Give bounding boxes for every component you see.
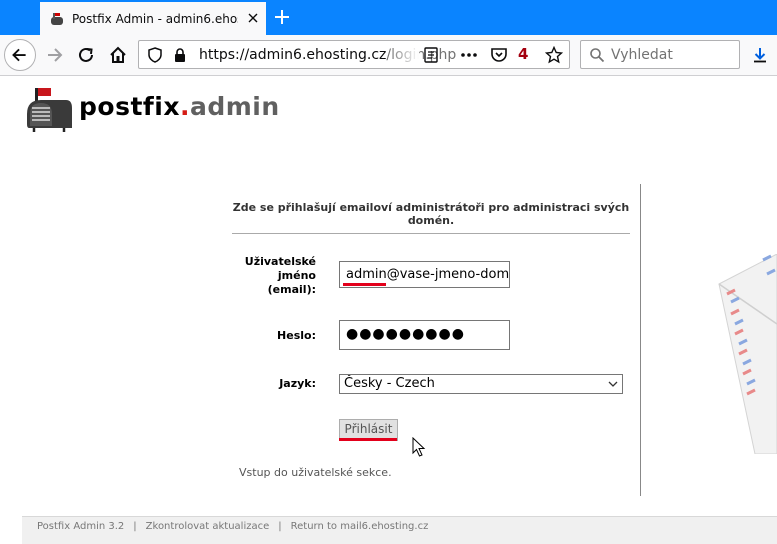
annotation-underline-button (339, 438, 397, 441)
page-content: postfix.admin Zde se přihlašují emailoví… (0, 76, 777, 544)
footer-version[interactable]: Postfix Admin 3.2 (37, 521, 124, 532)
forward-arrow-icon[interactable] (38, 39, 70, 71)
home-icon[interactable] (102, 39, 134, 71)
footer-return-link[interactable]: Return to mail6.ehosting.cz (291, 521, 429, 532)
navigation-toolbar: https://admin6.ehosting.cz/login.php 4 V… (0, 35, 777, 76)
url-host: https://admin6.ehosting.cz (199, 47, 387, 63)
footer-text: Postfix Admin 3.2 | Zkontrolovat aktualiza… (37, 521, 428, 532)
mouse-pointer-icon (412, 437, 426, 457)
logo-word-postfix: postfix (79, 92, 180, 121)
logo-dot: . (179, 92, 190, 121)
pocket-icon[interactable] (490, 46, 508, 64)
footer-separator: | (133, 521, 137, 532)
login-heading: Zde se přihlašují emailoví administrátoř… (232, 201, 630, 227)
mailbox-logo-icon (27, 88, 72, 132)
search-icon (590, 48, 605, 63)
footer-check-updates-link[interactable]: Zkontrolovat aktualizace (146, 521, 270, 532)
tracking-shield-icon[interactable] (147, 47, 163, 63)
browser-tab-active[interactable]: Postfix Admin - admin6.ehosting.cz (40, 0, 266, 35)
tab-strip: Postfix Admin - admin6.ehosting.cz (0, 0, 777, 35)
new-tab-icon[interactable] (272, 7, 292, 27)
language-select[interactable]: Česky - Czech (339, 374, 623, 394)
page-actions-icon[interactable] (459, 47, 479, 63)
vertical-divider (640, 184, 641, 496)
username-label: Uživatelské jméno (email): (244, 255, 316, 296)
heading-divider (232, 233, 630, 234)
search-bar[interactable]: Vyhledat (580, 40, 740, 69)
password-label: Heslo: (277, 329, 316, 342)
annotation-underline-username (343, 283, 386, 286)
address-bar[interactable]: https://admin6.ehosting.cz/login.php 4 (138, 40, 570, 69)
pocket-count: 4 (518, 45, 529, 63)
reload-icon[interactable] (70, 39, 102, 71)
envelope-illustration-icon (718, 254, 777, 454)
logo-wordmark: postfix.admin (79, 92, 280, 121)
user-section-link[interactable]: Vstup do uživatelské sekce. (239, 466, 392, 479)
reader-view-icon[interactable] (423, 47, 439, 63)
password-input[interactable]: ●●●●●●●●● (339, 320, 510, 350)
url-fade (389, 43, 419, 66)
mailbox-favicon-icon (51, 13, 63, 25)
lock-icon[interactable] (173, 47, 187, 63)
bookmark-star-icon[interactable] (545, 46, 563, 64)
back-arrow-icon[interactable] (4, 39, 36, 71)
language-selected-value: Česky - Czech (344, 376, 435, 391)
tab-title: Postfix Admin - admin6.ehosting.cz (72, 12, 238, 26)
search-placeholder: Vyhledat (611, 47, 673, 63)
chevron-down-icon (608, 381, 618, 387)
footer-bar: Postfix Admin 3.2 | Zkontrolovat aktualiza… (22, 516, 777, 544)
footer-separator: | (278, 521, 282, 532)
logo-word-admin: admin (189, 92, 280, 121)
language-label: Jazyk: (279, 377, 316, 390)
close-tab-icon[interactable] (246, 11, 260, 25)
download-icon[interactable] (751, 46, 769, 64)
